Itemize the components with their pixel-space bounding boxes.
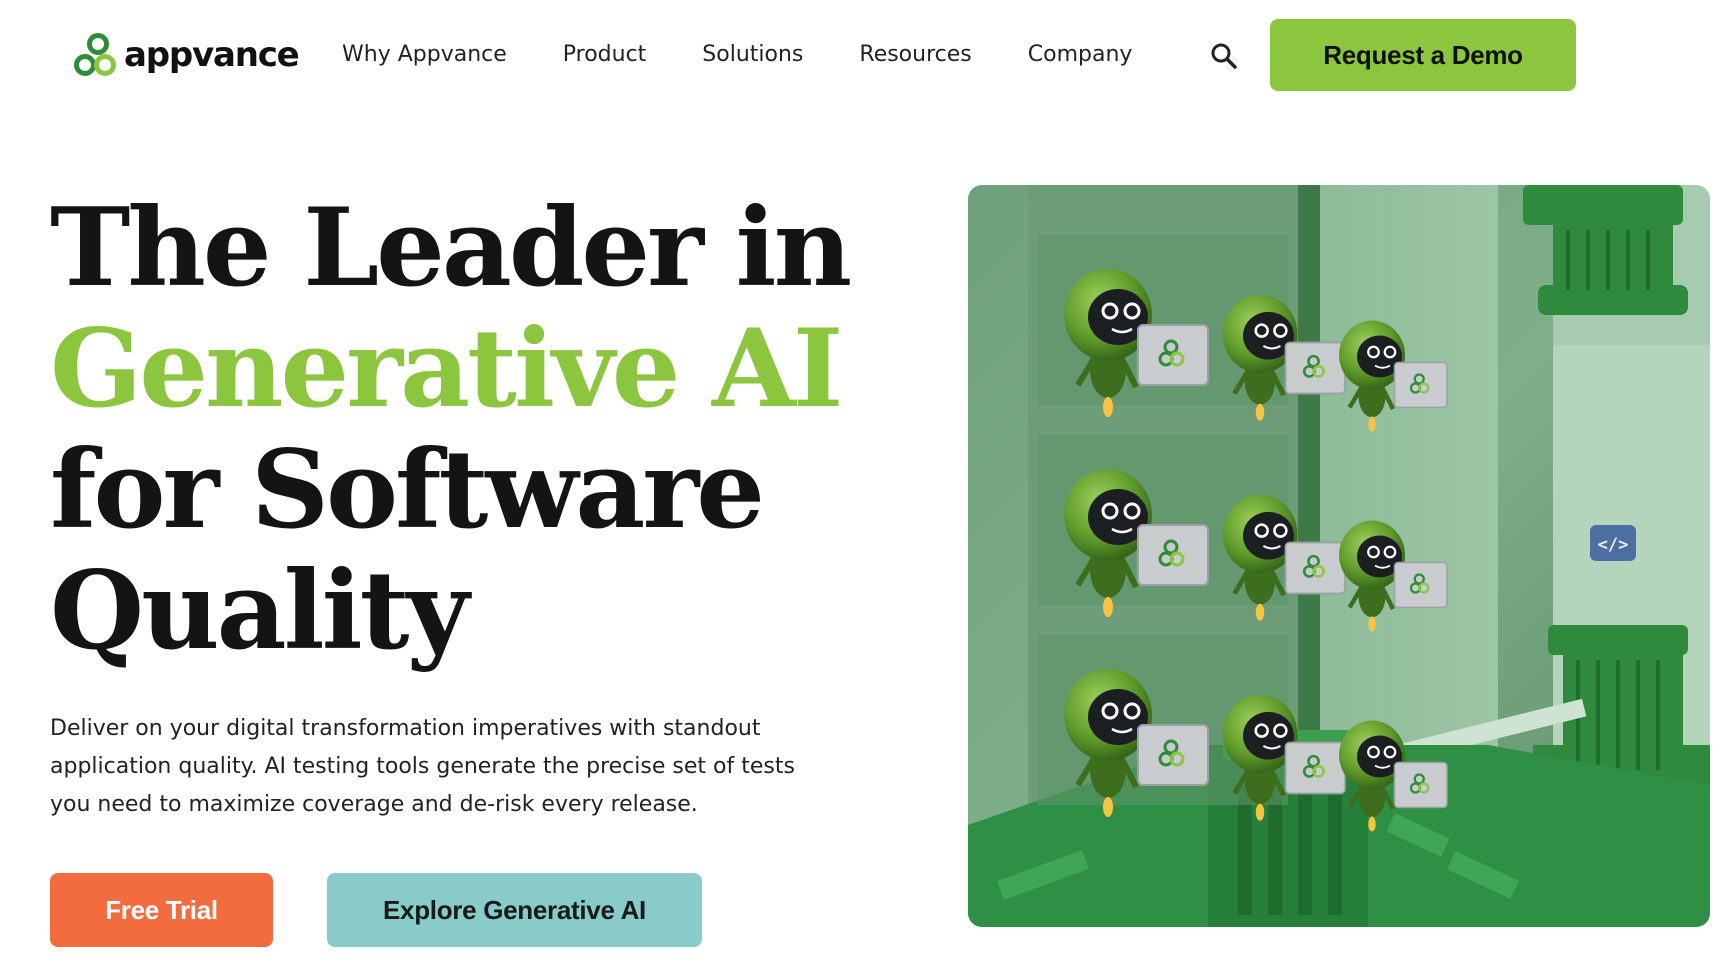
hero-heading-line-3: for Software <box>50 427 765 553</box>
request-demo-button[interactable]: Request a Demo <box>1270 19 1576 91</box>
main-menu: Why Appvance Product Solutions Resources… <box>342 40 1188 70</box>
hero-description: Deliver on your digital transformation i… <box>50 716 795 817</box>
nav-product[interactable]: Product <box>563 40 647 70</box>
hero-heading-line-4: Quality <box>50 548 469 674</box>
svg-text:</>: </> <box>1598 535 1629 555</box>
top-navigation: appvance Why Appvance Product Solutions … <box>0 0 1721 110</box>
nav-company[interactable]: Company <box>1028 40 1133 70</box>
hero-robots-illustration: </> <box>968 185 1710 927</box>
appvance-logo[interactable]: appvance <box>72 32 300 78</box>
search-button[interactable] <box>1208 40 1240 72</box>
robots-scene: </> <box>968 185 1710 927</box>
code-badge: </> <box>1590 525 1636 561</box>
nav-resources[interactable]: Resources <box>859 40 971 70</box>
hero-heading-line-1: The Leader in <box>50 185 852 311</box>
search-icon <box>1211 43 1237 69</box>
explore-generative-ai-button[interactable]: Explore Generative AI <box>327 873 702 947</box>
logo-wordmark: appvance <box>124 35 300 75</box>
appvance-knot-logo-icon <box>74 33 116 76</box>
free-trial-button[interactable]: Free Trial <box>50 873 273 947</box>
page: appvance Why Appvance Product Solutions … <box>0 0 1721 979</box>
hero-heading: The Leader in Generative AI for Software… <box>50 185 852 674</box>
hero-heading-line-2: Generative AI <box>50 306 843 432</box>
nav-why-appvance[interactable]: Why Appvance <box>342 40 507 70</box>
nav-solutions[interactable]: Solutions <box>702 40 803 70</box>
